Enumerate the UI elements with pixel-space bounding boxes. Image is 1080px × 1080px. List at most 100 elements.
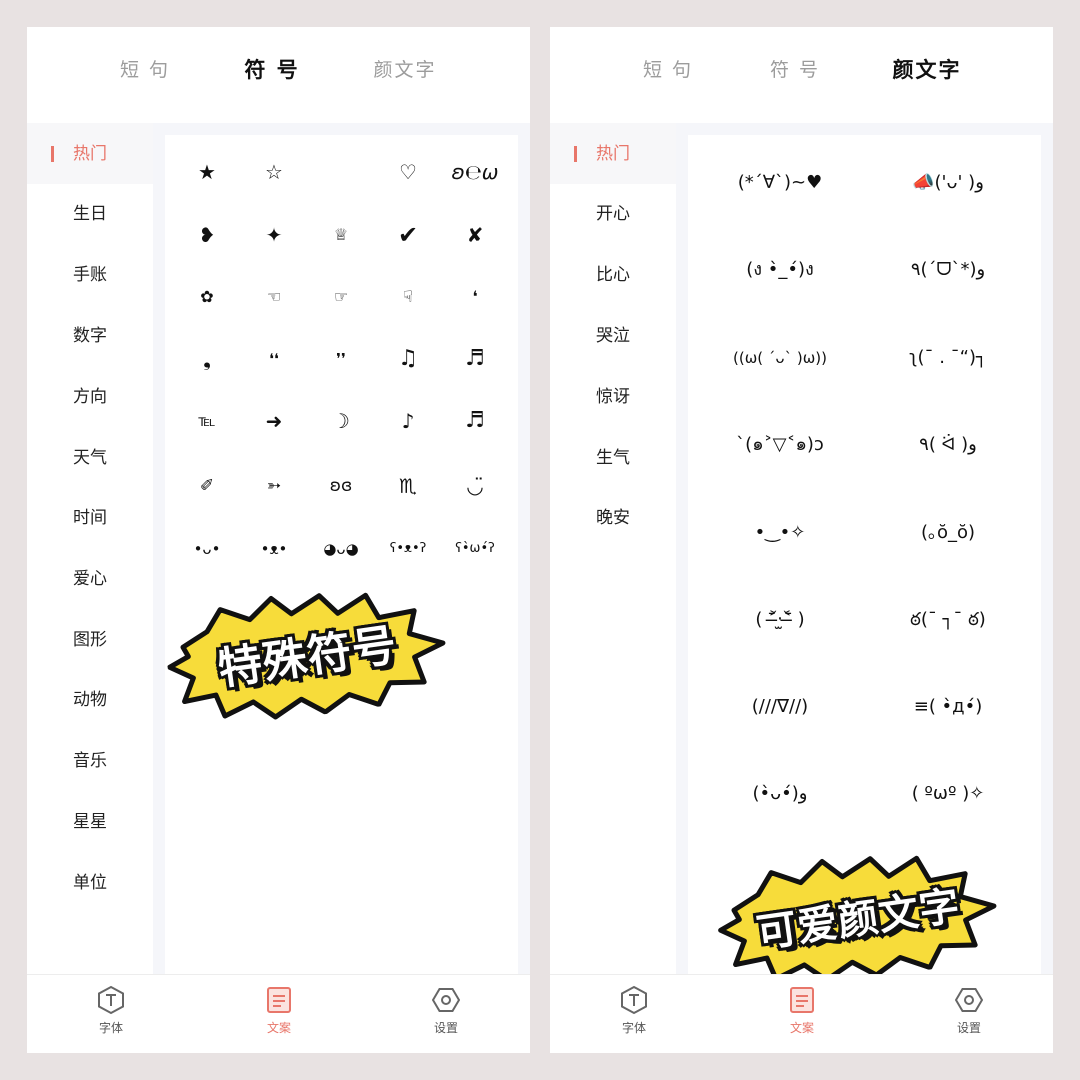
kaomoji-cell[interactable]: (///∇//) <box>695 687 865 727</box>
symbol-cell[interactable]: ➜ <box>241 401 307 441</box>
sidebar-item-hot[interactable]: 热门 <box>27 134 153 174</box>
symbol-cell[interactable]: ℡ <box>174 401 240 441</box>
bottom-nav: 字体 文案 设置 <box>550 974 1053 1053</box>
symbol-cell[interactable]: ✿ <box>174 277 240 317</box>
sidebar-item-stars[interactable]: 星星 <box>27 802 153 842</box>
settings-hex-icon <box>432 988 460 1012</box>
symbol-cell[interactable]: ✘ <box>442 215 508 255</box>
sidebar-item-shapes[interactable]: 图形 <box>27 620 153 660</box>
kaomoji-grid: (*´∀`)~♥ 📣('ᴗ' )و (ง •̀_•́)ง ٩(ˊᗜˋ*)و ((… <box>688 135 1041 1002</box>
active-tab-highlight <box>905 81 949 91</box>
document-icon <box>267 987 291 1013</box>
tab-short-sentences[interactable]: 短 句 <box>613 55 723 85</box>
kaomoji-cell[interactable]: 📣('ᴗ' )و <box>863 163 1033 203</box>
sidebar-item-surprised[interactable]: 惊讶 <box>550 377 676 417</box>
symbol-cell[interactable]: ♫ <box>375 339 441 379</box>
symbol-cell[interactable]: ◕ᴗ◕ <box>308 529 374 569</box>
tab-kaomoji[interactable]: 颜文字 <box>872 55 982 91</box>
symbol-cell[interactable] <box>308 152 374 192</box>
kaomoji-cell[interactable]: ˋ(๑˃▽˂๑)ɔ <box>695 425 865 465</box>
kaomoji-cell[interactable]: (•̀ᴗ•́)و <box>695 774 865 814</box>
symbol-cell[interactable]: ♬ <box>442 339 508 379</box>
kaomoji-cell[interactable]: ఠ(¯ ┐¯ ఠ) <box>863 600 1033 640</box>
symbol-cell[interactable]: ʚ℮ω <box>442 152 508 192</box>
symbol-cell[interactable]: ★ <box>174 152 240 192</box>
symbol-cell[interactable]: ☟ <box>375 277 441 317</box>
symbol-cell[interactable]: ♕ <box>308 215 374 255</box>
nav-font[interactable]: 字体 <box>71 985 151 1036</box>
sidebar-item-weather[interactable]: 天气 <box>27 438 153 478</box>
kaomoji-cell[interactable]: (*´∀`)~♥ <box>695 163 865 203</box>
panel-kaomoji: 短 句 符 号 颜文字 热门 开心 比心 哭泣 惊讶 生气 晚安 (*´∀`)~… <box>550 27 1053 1053</box>
nav-copywriting[interactable]: 文案 <box>762 985 842 1036</box>
font-t-icon <box>98 985 124 1015</box>
sidebar-item-animals[interactable]: 动物 <box>27 680 153 720</box>
symbol-cell[interactable]: ❜❜ <box>308 339 374 379</box>
sidebar-item-crying[interactable]: 哭泣 <box>550 316 676 356</box>
symbol-cell[interactable]: ◡̈ <box>442 466 508 506</box>
symbol-cell[interactable]: ʕ•̀ω•́ʔ <box>442 529 508 569</box>
kaomoji-cell[interactable]: ( ºωº )✧ <box>863 774 1033 814</box>
bottom-nav: 字体 文案 设置 <box>27 974 530 1053</box>
symbol-cell[interactable]: •ᴗ• <box>174 529 240 569</box>
sidebar-item-goodnight[interactable]: 晚安 <box>550 498 676 538</box>
symbol-cell[interactable]: ʕ•ᴥ•ʔ <box>375 529 441 569</box>
sidebar-item-hearts[interactable]: 爱心 <box>27 559 153 599</box>
symbol-cell[interactable]: ☜ <box>241 277 307 317</box>
symbol-cell[interactable]: ♡ <box>375 152 441 192</box>
symbol-cell[interactable]: •ᴥ• <box>241 529 307 569</box>
kaomoji-cell[interactable]: ٩(ˊᗜˋ*)و <box>863 250 1033 290</box>
symbol-cell[interactable]: ʚɞ <box>308 466 374 506</box>
symbol-cell[interactable]: ✔ <box>375 215 441 255</box>
document-icon <box>790 987 814 1013</box>
tab-short-sentences[interactable]: 短 句 <box>90 55 200 85</box>
tab-kaomoji[interactable]: 颜文字 <box>350 55 460 85</box>
symbol-cell[interactable]: ✦ <box>241 215 307 255</box>
sidebar-item-time[interactable]: 时间 <box>27 498 153 538</box>
symbol-cell[interactable]: ☽ <box>308 401 374 441</box>
sidebar-item-angry[interactable]: 生气 <box>550 438 676 478</box>
active-tab-highlight <box>250 81 294 91</box>
tab-symbols[interactable]: 符 号 <box>740 55 850 85</box>
top-tab-bar: 短 句 符 号 颜文字 <box>550 27 1053 124</box>
sidebar-item-music[interactable]: 音乐 <box>27 741 153 781</box>
symbol-cell[interactable]: ☞ <box>308 277 374 317</box>
font-t-icon <box>621 985 647 1015</box>
symbol-cell[interactable]: ❛ <box>442 277 508 317</box>
sidebar-item-happy[interactable]: 开心 <box>550 194 676 234</box>
kaomoji-cell[interactable]: ʅ(¯ . ¯“)┐ <box>863 338 1033 378</box>
symbol-cell[interactable]: ❥ <box>174 215 240 255</box>
kaomoji-cell[interactable]: (ง •̀_•́)ง <box>695 250 865 290</box>
nav-font[interactable]: 字体 <box>594 985 674 1036</box>
kaomoji-cell[interactable]: ٩( ᐛ )و <box>863 425 1033 465</box>
sidebar-item-heart-hands[interactable]: 比心 <box>550 255 676 295</box>
sticker-label: 特殊符号 <box>214 619 401 696</box>
sidebar-item-units[interactable]: 单位 <box>27 863 153 903</box>
symbol-cell[interactable]: ❛❛ <box>241 339 307 379</box>
special-symbols-sticker: 特殊符号 <box>160 571 455 735</box>
panel-symbols: 短 句 符 号 颜文字 热门 生日 手账 数字 方向 天气 时间 爱心 图形 动… <box>27 27 530 1053</box>
kaomoji-cell[interactable]: •‿•✧ <box>695 513 865 553</box>
sidebar-item-numbers[interactable]: 数字 <box>27 316 153 356</box>
symbol-cell[interactable]: ♪ <box>375 401 441 441</box>
nav-settings[interactable]: 设置 <box>406 985 486 1036</box>
symbol-cell[interactable]: ✐ <box>174 466 240 506</box>
symbol-cell[interactable]: ❟ <box>174 339 240 379</box>
category-sidebar: 热门 开心 比心 哭泣 惊讶 生气 晚安 <box>550 123 676 1002</box>
sidebar-item-hot[interactable]: 热门 <box>550 134 676 174</box>
sidebar-item-journal[interactable]: 手账 <box>27 255 153 295</box>
kaomoji-cell[interactable]: (｡ŏ_ŏ) <box>863 513 1033 553</box>
sidebar-item-direction[interactable]: 方向 <box>27 377 153 417</box>
kaomoji-cell[interactable]: ((ω( ´ᴗ` )ω)) <box>695 338 865 378</box>
nav-settings[interactable]: 设置 <box>929 985 1009 1036</box>
symbol-cell[interactable]: ☆ <box>241 152 307 192</box>
sidebar-item-birthday[interactable]: 生日 <box>27 194 153 234</box>
symbol-cell[interactable]: ♏ <box>375 466 441 506</box>
kaomoji-cell[interactable]: ( ˃̶᷄‧̫˂̶᷅ ) <box>695 600 865 640</box>
tab-symbols[interactable]: 符 号 <box>217 55 327 91</box>
nav-copywriting[interactable]: 文案 <box>239 985 319 1036</box>
symbol-cell[interactable]: ➳ <box>241 466 307 506</box>
symbol-grid: ★ ☆ ♡ ʚ℮ω ❥ ✦ ♕ ✔ ✘ ✿ ☜ ☞ ☟ ❛ ❟ ❛❛ ❜❜ ♫ … <box>165 135 518 1002</box>
kaomoji-cell[interactable]: ≡( •̀д•́) <box>863 687 1033 727</box>
symbol-cell[interactable]: ♬ <box>442 401 508 441</box>
